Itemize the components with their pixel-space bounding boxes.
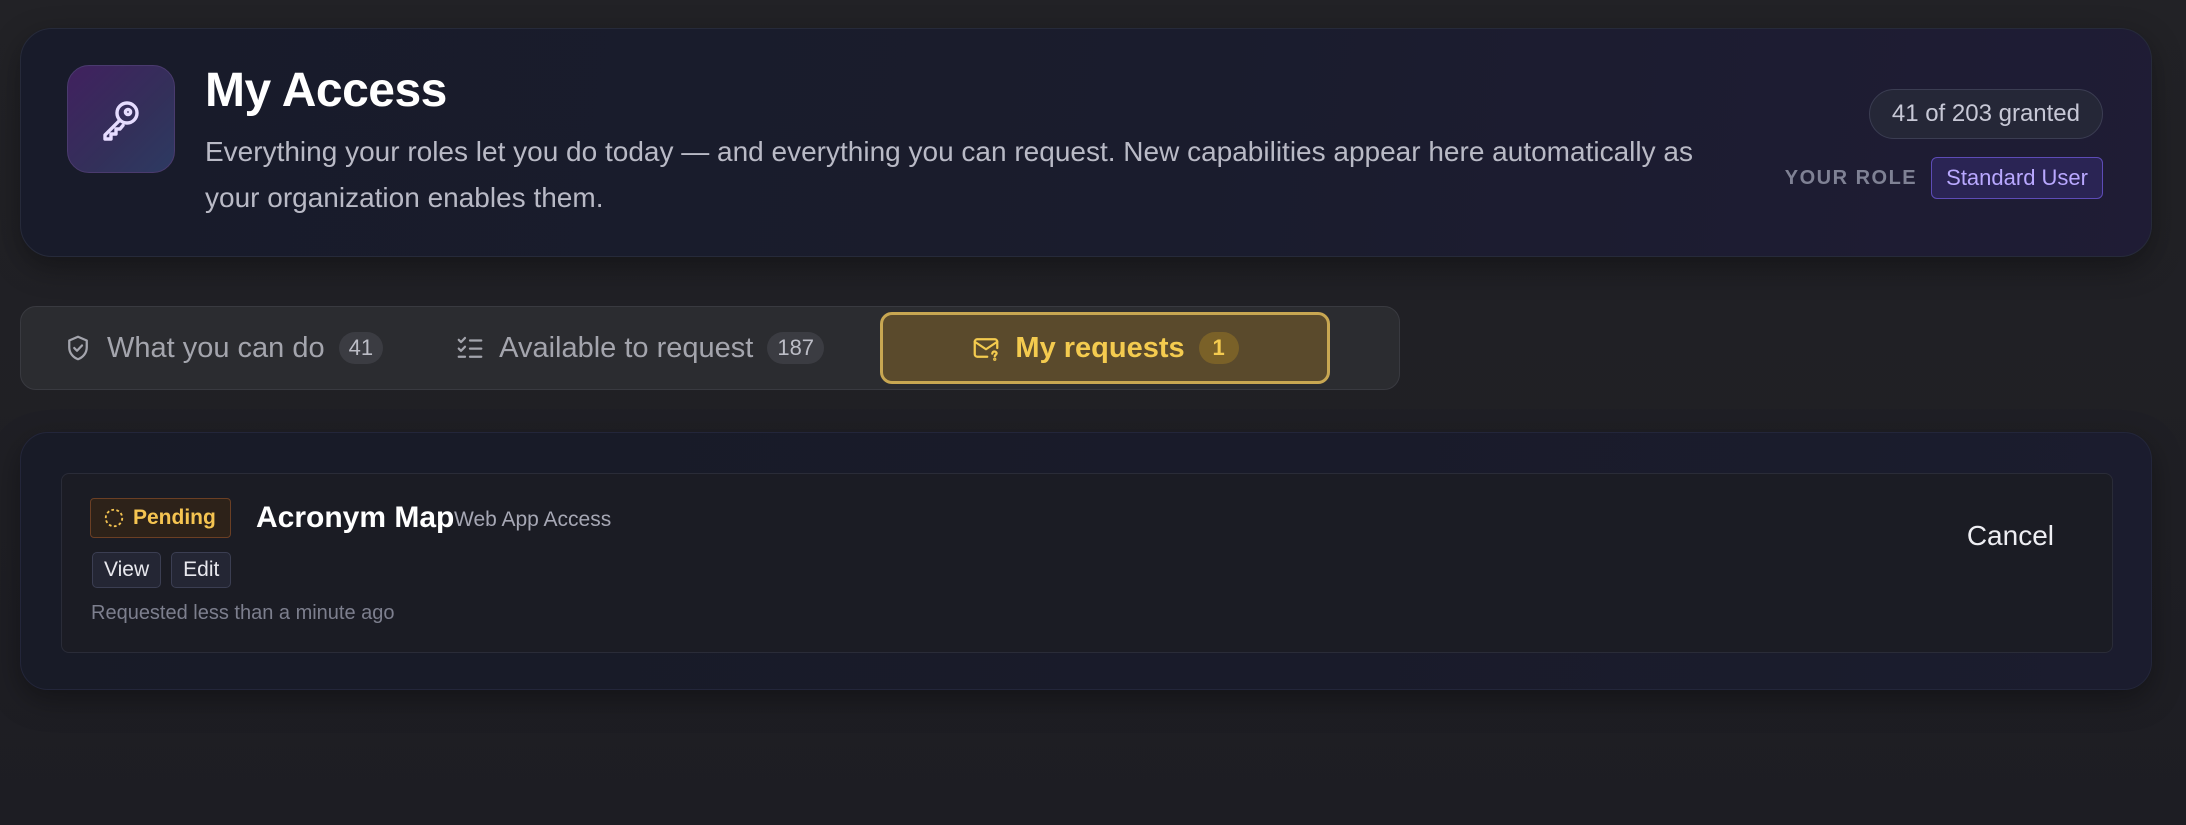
- request-card: Pending Acronym Map Web App Access View …: [61, 473, 2113, 653]
- request-timestamp: Requested less than a minute ago: [91, 602, 395, 624]
- cancel-request-button[interactable]: Cancel: [1957, 512, 2064, 560]
- request-title: Acronym Map: [256, 501, 455, 534]
- header-card: My Access Everything your roles let you …: [20, 28, 2152, 257]
- role-badge: Standard User: [1931, 157, 2103, 199]
- status-label: Pending: [133, 506, 216, 529]
- permission-chip-edit: Edit: [171, 552, 232, 588]
- tab-count: 1: [1198, 332, 1239, 364]
- page-title: My Access: [205, 64, 447, 117]
- tab-bar: What you can do 41 Available to request …: [20, 306, 1400, 390]
- tab-what-you-can-do[interactable]: What you can do 41: [27, 312, 419, 384]
- pending-dashed-circle-icon: [104, 508, 124, 528]
- tab-label: My requests: [1015, 331, 1185, 364]
- role-row: YOUR ROLE Standard User: [1785, 157, 2103, 199]
- shield-check-icon: [68, 335, 88, 361]
- status-badge: Pending: [90, 498, 231, 538]
- key-icon: [67, 65, 175, 173]
- tab-available-to-request[interactable]: Available to request 187: [419, 312, 860, 384]
- page-subtitle: Everything your roles let you do today —…: [205, 136, 1693, 213]
- granted-summary-badge: 41 of 203 granted: [1868, 89, 2103, 139]
- tab-label: Available to request: [499, 331, 754, 364]
- permission-chip-view: View: [92, 552, 162, 588]
- permission-chips: View Edit: [92, 552, 232, 588]
- requests-panel: Pending Acronym Map Web App Access View …: [20, 432, 2152, 690]
- request-type: Web App Access: [454, 508, 612, 531]
- role-label: YOUR ROLE: [1784, 166, 1918, 189]
- tab-my-requests[interactable]: My requests 1: [880, 312, 1331, 384]
- checklist-icon: [457, 336, 483, 358]
- tab-label: What you can do: [107, 331, 325, 364]
- tab-count: 187: [767, 332, 825, 364]
- tab-count: 41: [338, 332, 384, 364]
- mail-question-icon: [974, 338, 999, 361]
